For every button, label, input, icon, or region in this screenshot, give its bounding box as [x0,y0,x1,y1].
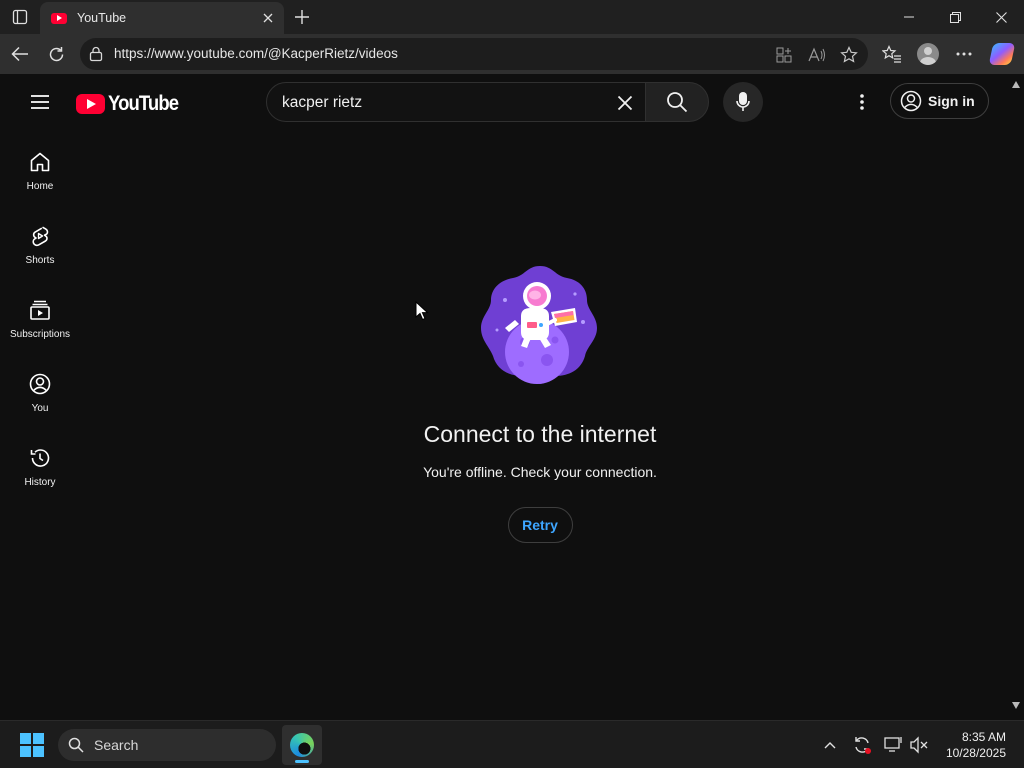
guide-menu-icon[interactable] [28,90,52,114]
search-input[interactable]: kacper rietz [266,82,646,122]
you-icon [29,373,51,395]
volume-muted-icon[interactable] [908,733,932,757]
settings-more-icon[interactable] [952,42,976,66]
search-query-text: kacper rietz [282,94,363,111]
profile-avatar[interactable] [916,42,940,66]
system-clock[interactable]: 8:35 AM 10/28/2025 [938,729,1006,761]
copilot-icon[interactable] [988,42,1016,66]
voice-search-button[interactable] [723,82,763,122]
scroll-down-arrow-icon[interactable] [1012,702,1020,709]
search-button[interactable] [645,82,709,122]
browser-tab-youtube[interactable]: YouTube [40,2,284,34]
account-circle-icon [900,90,922,112]
taskbar-search-icon [68,737,84,753]
close-tab-icon[interactable] [260,10,276,26]
home-icon [30,152,50,172]
search-icon [667,92,688,113]
tab-actions-icon[interactable] [8,6,32,28]
close-window-icon[interactable] [978,0,1024,34]
edge-browser-icon [290,733,314,757]
subscriptions-icon [30,300,50,320]
microphone-icon [736,92,750,111]
back-arrow-icon[interactable] [8,42,32,66]
browser-toolbar: https://www.youtube.com/@KacperRietz/vid… [0,34,1024,74]
network-display-icon[interactable] [882,733,906,757]
read-aloud-icon[interactable] [807,45,827,65]
clear-search-icon[interactable] [613,91,637,115]
url-text: https://www.youtube.com/@KacperRietz/vid… [114,46,398,61]
shorts-icon [32,226,49,247]
guide-item-home[interactable]: Home [4,130,76,204]
address-bar[interactable]: https://www.youtube.com/@KacperRietz/vid… [80,38,868,70]
mouse-cursor-icon [415,301,429,321]
new-tab-icon[interactable] [290,6,314,28]
windows-start-icon[interactable] [20,733,44,757]
taskbar-edge-app[interactable] [282,725,322,765]
youtube-favicon-icon [51,12,67,24]
mini-guide: Home Shorts Subscriptions You History [4,130,76,500]
guide-label-subscriptions: Subscriptions [9,329,71,340]
guide-label-you: You [31,403,49,414]
windows-taskbar: Search 8:35 AM 10/28/2025 [0,720,1024,768]
offline-title: Connect to the internet [423,421,657,447]
guide-item-you[interactable]: You [4,352,76,426]
guide-item-shorts[interactable]: Shorts [4,204,76,278]
clock-date: 10/28/2025 [945,746,1006,760]
browser-tab-strip: YouTube [0,0,1024,34]
scroll-up-arrow-icon[interactable] [1012,81,1020,88]
guide-label-shorts: Shorts [25,255,55,266]
page-scrollbar[interactable] [1008,74,1024,716]
favorites-icon[interactable] [880,42,904,66]
refresh-icon[interactable] [44,42,68,66]
guide-label-home: Home [26,181,54,192]
guide-label-history: History [24,477,56,488]
offline-subtitle: You're offline. Check your connection. [423,464,657,480]
site-info-lock-icon[interactable] [89,46,103,67]
youtube-wordmark: YouTube [108,92,179,115]
tab-title: YouTube [77,11,127,25]
retry-button[interactable]: Retry [507,507,573,543]
clock-time: 8:35 AM [961,730,1006,744]
guide-item-history[interactable]: History [4,426,76,500]
active-app-indicator [295,760,309,763]
favorite-star-icon[interactable] [839,45,859,65]
taskbar-search-placeholder: Search [94,737,139,753]
youtube-page: YouTube kacper rietz Sign in Home Shorts… [4,74,1008,716]
restore-icon[interactable] [932,0,978,34]
settings-kebab-icon[interactable] [850,90,874,114]
offline-astronaut-illustration [481,266,597,384]
guide-item-subscriptions[interactable]: Subscriptions [4,278,76,352]
youtube-logo[interactable]: YouTube [76,92,188,116]
show-hidden-icons-chevron-icon[interactable] [818,733,842,757]
sync-update-icon[interactable] [850,733,874,757]
taskbar-search-box[interactable]: Search [58,729,276,761]
app-available-icon[interactable] [774,45,794,65]
sign-in-label: Sign in [928,93,975,109]
sign-in-button[interactable]: Sign in [890,83,989,119]
history-icon [30,449,50,467]
minimize-icon[interactable] [886,0,932,34]
youtube-play-icon [76,94,105,114]
